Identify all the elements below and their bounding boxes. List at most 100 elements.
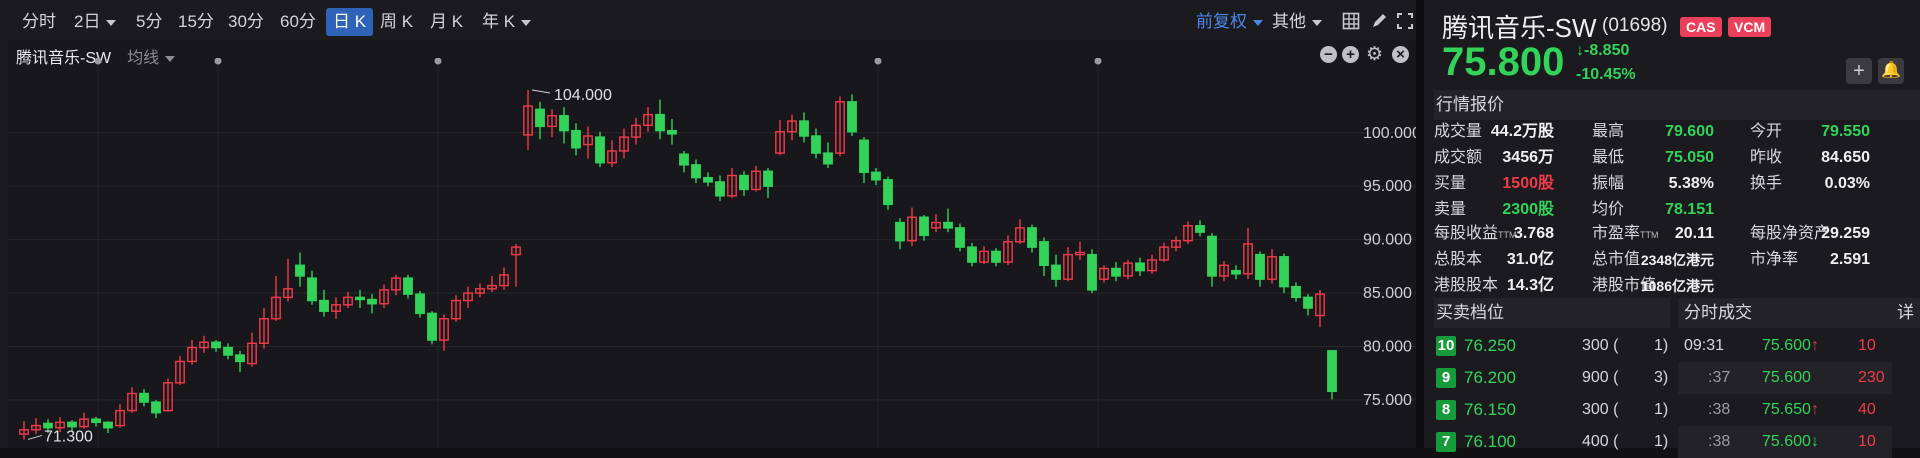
candle-body — [739, 174, 749, 191]
period-tab-5[interactable]: 60分 — [280, 8, 316, 36]
fundamental-value: 29.259 — [1821, 225, 1870, 242]
swing-marker — [874, 58, 882, 65]
period-label: 2日 — [74, 12, 101, 31]
candlestick-chart[interactable]: 100.000 95.000 90.000 85.000 80.000 75.000 104… — [8, 58, 1416, 448]
candle-body — [307, 277, 317, 302]
fullscreen-icon[interactable] — [1396, 12, 1414, 30]
period-label: 15分 — [178, 12, 214, 31]
period-label: 分时 — [22, 12, 56, 31]
book-level[interactable]: 9 76.200 900 (3) — [1434, 362, 1670, 394]
trade-price-value: 75.600 — [1762, 433, 1811, 450]
level-price: 76.100 — [1464, 432, 1516, 451]
period-tab-3[interactable]: 15分 — [178, 8, 214, 36]
level-number: 8 — [1436, 400, 1456, 420]
period-label: 60分 — [280, 12, 316, 31]
candle-body — [1051, 264, 1061, 280]
y-tick-label: 75.000 — [1363, 392, 1412, 409]
order-book: 10 76.250 300 (1) 9 76.200 900 (3) 8 76.150 300 … — [1434, 330, 1670, 452]
period-tab-1[interactable]: 2日 — [74, 8, 117, 36]
period-tab-2[interactable]: 5分 — [136, 8, 162, 36]
candle-body — [715, 181, 725, 197]
swing-marker — [214, 58, 222, 65]
swing-marker — [94, 58, 102, 65]
quote-value: 1500股 — [1502, 175, 1554, 192]
add-watchlist-button[interactable]: + — [1846, 58, 1872, 84]
trade-price-value: 75.650 — [1762, 401, 1811, 418]
trade-row: 09:31 75.600↑ 10 — [1678, 330, 1892, 362]
candle-body — [847, 101, 857, 133]
other-dropdown[interactable]: 其他 — [1272, 8, 1322, 36]
vcm-badge[interactable]: VCM — [1728, 17, 1772, 37]
y-tick-label: 80.000 — [1363, 338, 1412, 355]
period-tab-6[interactable]: 日 K — [326, 8, 374, 36]
candle-body — [1303, 296, 1313, 309]
candle-body — [43, 422, 53, 429]
book-level[interactable]: 10 76.250 300 (1) — [1434, 330, 1670, 362]
period-label: 5分 — [136, 12, 163, 31]
candle-body — [319, 299, 329, 312]
level-number: 7 — [1436, 432, 1456, 452]
trade-time: :38 — [1708, 433, 1731, 450]
tape-label: 分时成交 — [1684, 303, 1752, 322]
level-count: 1) — [1654, 433, 1669, 450]
candle-body — [211, 341, 221, 349]
trade-direction-icon: ↑ — [1810, 337, 1819, 354]
period-tab-4[interactable]: 30分 — [228, 8, 264, 36]
level-number: 10 — [1436, 336, 1456, 356]
candle-body — [763, 170, 773, 187]
panel-divider[interactable] — [1416, 0, 1424, 448]
max-price-label: 104.000 — [554, 87, 612, 104]
last-price: 75.800 — [1442, 40, 1565, 84]
candle-body — [967, 246, 977, 263]
quote-panel: 腾讯音乐-SW (01698) CAS VCM 75.800 ↓-8.850 -… — [1424, 0, 1920, 458]
period-tab-0[interactable]: 分时 — [22, 8, 56, 36]
candle-body — [535, 108, 545, 128]
trade-price: 75.600 — [1762, 362, 1811, 394]
period-label: 年 K — [482, 12, 516, 31]
candle-body — [691, 164, 701, 179]
adjust-dropdown[interactable]: 前复权 — [1196, 8, 1263, 36]
stock-code: (01698) — [1602, 15, 1668, 36]
period-label: 日 K — [333, 12, 367, 31]
max-pointer — [531, 89, 551, 94]
cas-badge[interactable]: CAS — [1680, 17, 1722, 37]
trade-direction-icon: ↑ — [1810, 401, 1819, 418]
book-header: 买卖档位 — [1434, 298, 1670, 328]
bell-icon[interactable]: 🔔 — [1878, 58, 1904, 84]
candle-body — [559, 114, 569, 132]
candle-body — [823, 152, 833, 165]
quote-value: 84.650 — [1821, 149, 1870, 166]
candle-body — [1135, 262, 1145, 272]
trade-price-value: 75.600 — [1762, 337, 1811, 354]
draw-pen-icon[interactable] — [1370, 12, 1388, 30]
book-level[interactable]: 8 76.150 300 (1) — [1434, 394, 1670, 426]
fundamental-value: 2348亿港元 — [1640, 252, 1714, 268]
trade-price-value: 75.600 — [1762, 369, 1811, 386]
arrow-down-icon: ↓ — [1576, 42, 1584, 59]
candle-body — [367, 298, 377, 305]
candle-body — [223, 346, 233, 356]
swing-marker — [434, 58, 442, 65]
period-tab-9[interactable]: 年 K — [482, 8, 532, 36]
candle-body — [1027, 227, 1037, 248]
quote-section-label: 行情报价 — [1436, 95, 1504, 114]
period-tab-8[interactable]: 月 K — [430, 8, 463, 36]
tape-detail-button[interactable]: 详 — [1897, 298, 1914, 328]
trade-volume: 230 — [1858, 369, 1885, 386]
candle-body — [991, 250, 1001, 263]
level-number: 9 — [1436, 368, 1456, 388]
period-tab-7[interactable]: 周 K — [380, 8, 413, 36]
candle-body — [799, 120, 809, 137]
book-level[interactable]: 7 76.100 400 (1) — [1434, 426, 1670, 458]
y-tick-label: 95.000 — [1363, 178, 1412, 195]
quote-value: 79.550 — [1821, 123, 1870, 140]
y-tick-label: 85.000 — [1363, 285, 1412, 302]
layout-grid-icon[interactable] — [1342, 12, 1360, 30]
trade-volume: 10 — [1858, 337, 1876, 354]
candle-body — [1255, 253, 1265, 280]
quote-value: 2300股 — [1502, 201, 1554, 218]
candle-body — [139, 392, 149, 403]
candle-body — [1327, 350, 1337, 393]
chevron-down-icon — [1312, 19, 1322, 26]
candle-body — [103, 421, 113, 429]
